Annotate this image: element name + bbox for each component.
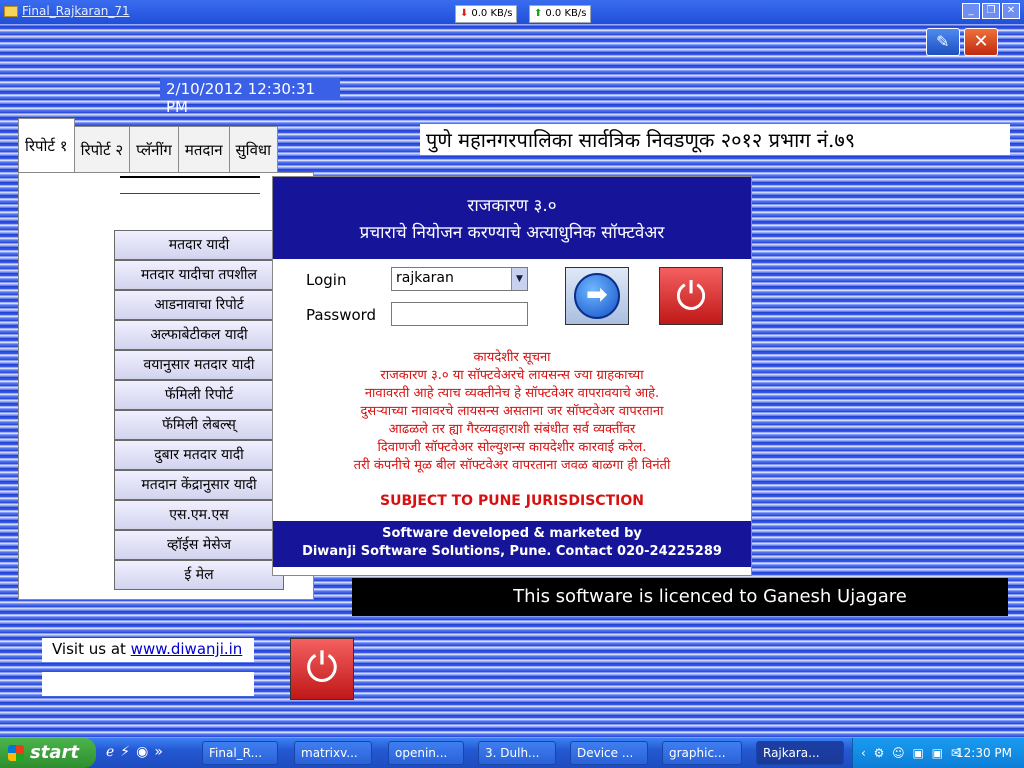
website-link[interactable]: www.diwanji.in bbox=[131, 640, 243, 658]
exit-button[interactable]: ⏻ bbox=[290, 638, 354, 700]
net-upload: ⬆ 0.0 KB/s bbox=[529, 5, 592, 23]
notice-line: तरी कंपनीचे मूळ बील सॉफ्टवेअर वापरताना ज… bbox=[353, 458, 671, 473]
close-icon[interactable]: ✕ bbox=[1002, 3, 1020, 19]
cancel-button[interactable]: ⏻ bbox=[659, 267, 723, 325]
task-device[interactable]: Device ... bbox=[570, 741, 648, 765]
menu-email[interactable]: ई मेल bbox=[114, 560, 284, 590]
task-dulh[interactable]: 3. Dulh... bbox=[478, 741, 556, 765]
login-select[interactable]: rajkaran ▼ bbox=[391, 267, 528, 291]
task-final-rajkaran[interactable]: Final_R... bbox=[202, 741, 278, 765]
app-name: राजकारण ३.० bbox=[467, 196, 557, 216]
login-label: Login bbox=[306, 271, 347, 289]
task-rajkaran[interactable]: Rajkara... bbox=[756, 741, 844, 765]
lightning-icon[interactable]: ⚡ bbox=[120, 744, 130, 760]
menu-family-report[interactable]: फॅमिली रिपोर्ट bbox=[114, 380, 284, 410]
licence-banner: This software is licenced to Ganesh Ujag… bbox=[352, 578, 1008, 616]
visit-box: Visit us at www.diwanji.in bbox=[42, 638, 254, 662]
clock: 12:30 PM bbox=[956, 746, 1012, 760]
notice-line: आढळले तर ह्या गैरव्यवहाराशी संबंधीत सर्व… bbox=[388, 422, 636, 437]
menu-voter-details[interactable]: मतदार यादीचा तपशील bbox=[114, 260, 284, 290]
page-title: पुणे महानगरपालिका सार्वत्रिक निवडणूक २०१… bbox=[420, 124, 1010, 155]
edit-button[interactable] bbox=[926, 28, 960, 56]
menu-age-voter-list[interactable]: वयानुसार मतदार यादी bbox=[114, 350, 284, 380]
chevron-down-icon[interactable]: ▼ bbox=[511, 268, 527, 290]
power-icon: ⏻ bbox=[306, 645, 338, 691]
minimize-icon[interactable]: _ bbox=[962, 3, 980, 19]
windows-logo-icon bbox=[8, 745, 24, 761]
task-matrix[interactable]: matrixv... bbox=[294, 741, 372, 765]
tab-bar: रिपोर्ट १ रिपोर्ट २ प्लॅनींग मतदान सुविध… bbox=[18, 118, 279, 172]
maximize-icon[interactable]: ❐ bbox=[982, 3, 1000, 19]
panel-divider bbox=[120, 176, 260, 194]
password-label: Password bbox=[306, 306, 377, 324]
notice-line: दुसऱ्याच्या नावावरचे लायसन्स असताना जर स… bbox=[360, 404, 664, 419]
window-title: Final_Rajkaran_71 bbox=[4, 4, 130, 18]
menu-family-labels[interactable]: फॅमिली लेबल्स् bbox=[114, 410, 284, 440]
window-controls: _ ❐ ✕ bbox=[962, 3, 1020, 19]
tab-facilities[interactable]: सुविधा bbox=[228, 126, 279, 172]
tab-voting[interactable]: मतदान bbox=[177, 126, 230, 172]
chevron-right-icon[interactable]: » bbox=[154, 744, 163, 760]
notice-line: दिवाणजी सॉफ्टवेअर सोल्युशन्स कायदेशीर का… bbox=[377, 440, 647, 455]
datetime-display: 2/10/2012 12:30:31 PM bbox=[160, 78, 340, 116]
power-icon: ⏻ bbox=[675, 274, 707, 318]
login-button[interactable]: ➡ bbox=[565, 267, 629, 325]
password-input[interactable] bbox=[391, 302, 528, 326]
blank-box bbox=[42, 672, 254, 696]
arrow-up-icon: ⬆ bbox=[534, 8, 543, 19]
tab-report-2[interactable]: रिपोर्ट २ bbox=[73, 126, 131, 172]
system-tray: ‹ ⚙ ☺ ▣ ▣ ✉ 12:30 PM bbox=[852, 738, 1024, 768]
notice-line: नावावरती आहे त्याच व्यक्तीनेच हे सॉफ्टवे… bbox=[364, 386, 660, 401]
task-graphic[interactable]: graphic... bbox=[662, 741, 742, 765]
jurisdiction-text: SUBJECT TO PUNE JURISDISCTION bbox=[380, 493, 644, 509]
legal-notice: कायदेशीर सूचना राजकारण ३.० या सॉफ्टवेअरच… bbox=[273, 349, 751, 475]
menu-surname-report[interactable]: आडनावाचा रिपोर्ट bbox=[114, 290, 284, 320]
menu-duplicate-voters[interactable]: दुबार मतदार यादी bbox=[114, 440, 284, 470]
menu-voice-message[interactable]: व्हॉईस मेसेज bbox=[114, 530, 284, 560]
app-tagline: प्रचाराचे नियोजन करण्याचे अत्याधुनिक सॉफ… bbox=[359, 223, 665, 243]
menu-voter-list[interactable]: मतदार यादी bbox=[114, 230, 284, 260]
notice-line: राजकारण ३.० या सॉफ्टवेअरचे लायसन्स ज्या … bbox=[380, 368, 644, 383]
task-opening[interactable]: openin... bbox=[388, 741, 464, 765]
close-app-button[interactable]: ✕ bbox=[964, 28, 998, 56]
ie-icon[interactable]: ℯ bbox=[106, 744, 114, 760]
quick-launch: ℯ ⚡ ◉ » bbox=[106, 744, 163, 760]
menu-booth-list[interactable]: मतदान केंद्रानुसार यादी bbox=[114, 470, 284, 500]
dialog-footer: Software developed & marketed by Diwanji… bbox=[273, 521, 751, 567]
menu-sms[interactable]: एस.एम.एस bbox=[114, 500, 284, 530]
folder-icon bbox=[4, 6, 18, 17]
dialog-header: राजकारण ३.० प्रचाराचे नियोजन करण्याचे अत… bbox=[273, 177, 751, 259]
tray-icons[interactable]: ‹ ⚙ ☺ ▣ ▣ ✉ bbox=[861, 738, 963, 768]
menu-alphabetical-list[interactable]: अल्फाबेटीकल यादी bbox=[114, 320, 284, 350]
title-bar: Final_Rajkaran_71 ⬇ 0.0 KB/s ⬆ 0.0 KB/s _ … bbox=[0, 0, 1024, 24]
report-menu: मतदार यादी मतदार यादीचा तपशील आडनावाचा र… bbox=[114, 230, 284, 590]
firefox-icon[interactable]: ◉ bbox=[136, 744, 148, 760]
taskbar: start ℯ ⚡ ◉ » Final_R... matrixv... open… bbox=[0, 738, 1024, 768]
arrow-down-icon: ⬇ bbox=[460, 8, 469, 19]
start-button[interactable]: start bbox=[0, 738, 96, 768]
tab-planning[interactable]: प्लॅनींग bbox=[129, 126, 179, 172]
net-download: ⬇ 0.0 KB/s bbox=[455, 5, 518, 23]
notice-line: कायदेशीर सूचना bbox=[473, 350, 551, 365]
login-dialog: राजकारण ३.० प्रचाराचे नियोजन करण्याचे अत… bbox=[272, 176, 752, 576]
tab-report-1[interactable]: रिपोर्ट १ bbox=[18, 118, 75, 172]
